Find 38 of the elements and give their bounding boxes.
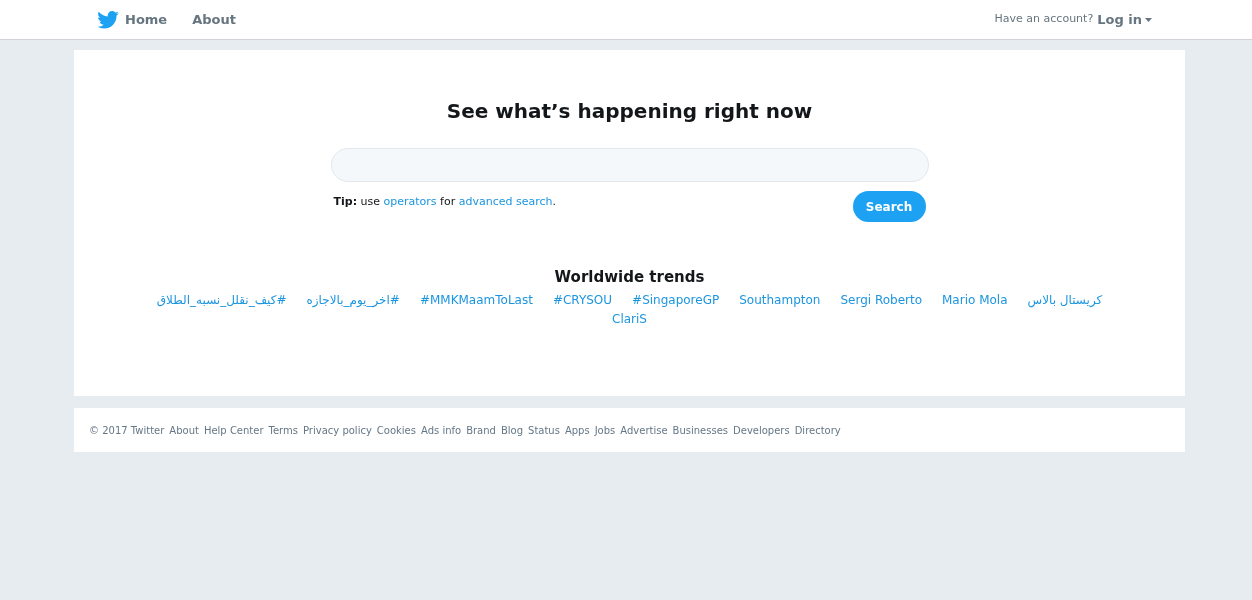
footer-link[interactable]: Status [528, 422, 560, 438]
search-tip: Tip: use operators for advanced search. [333, 194, 556, 210]
trend-link[interactable]: #اخر_يوم_بالاجازه [306, 290, 400, 309]
footer-link[interactable]: Developers [733, 422, 790, 438]
footer-link[interactable]: Terms [268, 422, 298, 438]
trend-link[interactable]: Southampton [739, 290, 821, 309]
footer-link[interactable]: Cookies [376, 422, 416, 438]
footer-link[interactable]: Blog [500, 422, 524, 438]
footer-link[interactable]: About [169, 422, 199, 438]
footer-link[interactable]: Advertise [620, 422, 668, 438]
trends-title: Worldwide trends [554, 267, 705, 288]
operators-link[interactable]: operators [383, 195, 437, 208]
footer-link[interactable]: Businesses [672, 422, 729, 438]
search-heading: See what’s happening right now [446, 98, 813, 125]
footer-link[interactable]: Directory [794, 422, 841, 438]
footer-link[interactable]: Brand [466, 422, 496, 438]
trend-link[interactable]: Sergi Roberto [840, 290, 922, 309]
nav-link[interactable]: Home [125, 9, 168, 30]
trend-link[interactable]: ClariS [612, 309, 647, 328]
footer-link[interactable]: Jobs [594, 422, 616, 438]
footer-link[interactable]: Help Center [203, 422, 264, 438]
bird-logo-icon[interactable] [97, 10, 119, 29]
trend-link[interactable]: #CRYSOU [552, 290, 613, 309]
caret-icon [1145, 17, 1152, 22]
footer-link[interactable]: Ads info [421, 422, 462, 438]
trend-link[interactable]: Mario Mola [942, 290, 1008, 309]
trend-link[interactable]: كريستال بالاس [1027, 290, 1103, 309]
account-prompt: Have an account? [994, 11, 1094, 28]
footer-link[interactable]: Privacy policy [303, 422, 372, 438]
nav-link[interactable]: About [192, 9, 236, 30]
search-button[interactable]: Search [852, 191, 926, 222]
trend-link[interactable]: #MMKMaamToLast [419, 290, 533, 309]
trend-link[interactable]: #كيف_نقلل_نسبه_الطلاق [156, 290, 287, 309]
footer-link[interactable]: © 2017 Twitter [89, 422, 165, 438]
footer-link[interactable]: Apps [564, 422, 590, 438]
login-button[interactable]: Log in [1097, 9, 1152, 30]
search-field[interactable] [330, 148, 929, 182]
trend-link[interactable]: #SingaporeGP [632, 290, 720, 309]
